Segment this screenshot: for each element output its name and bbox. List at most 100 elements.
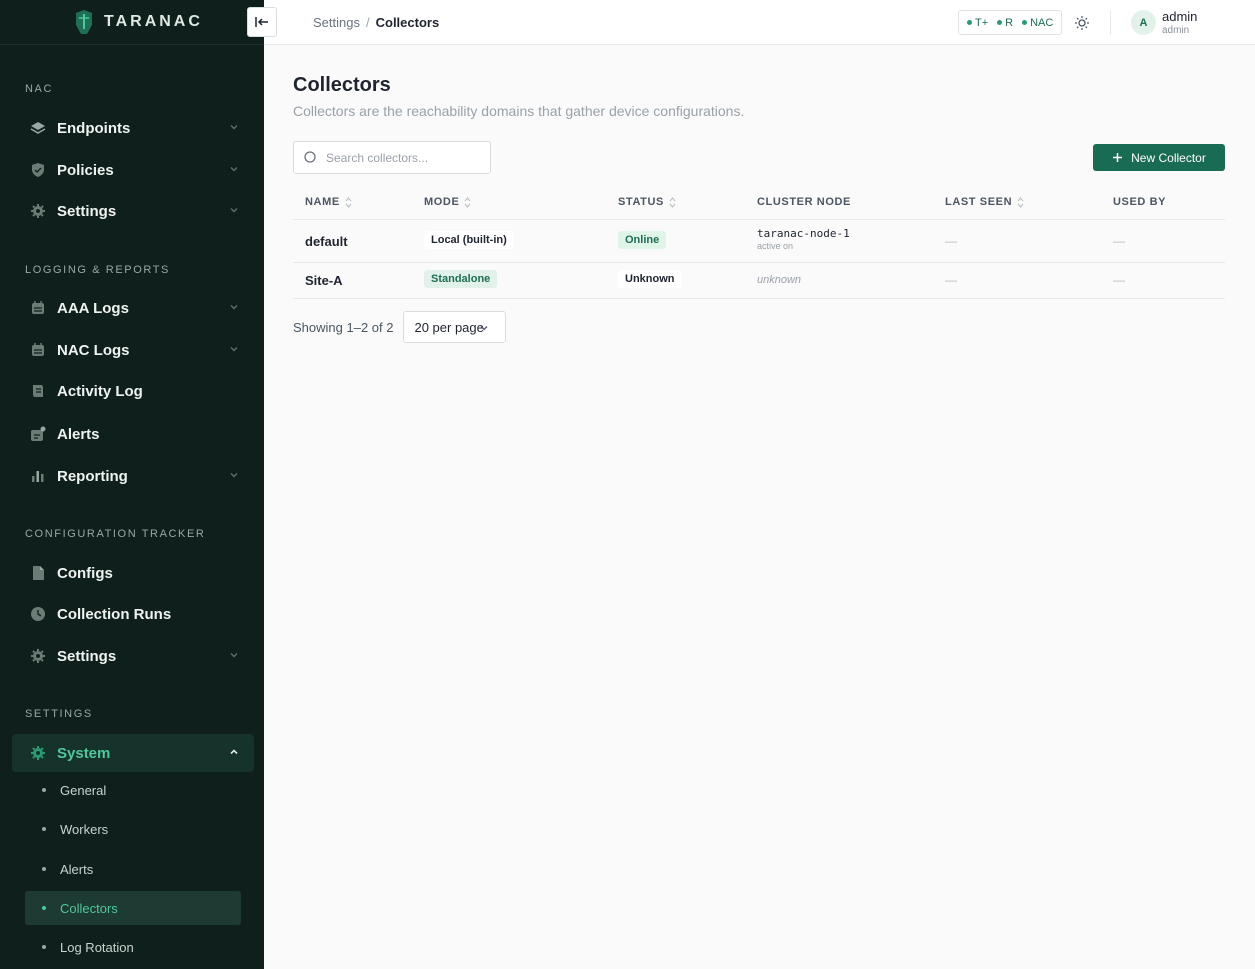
- chevron-down-icon: [230, 473, 238, 478]
- section-label-logging: LOGGING & REPORTS: [25, 264, 170, 276]
- sidebar-item-aaa-logs[interactable]: AAA Logs: [12, 289, 254, 327]
- protocol-badge-nac: NAC: [1022, 17, 1053, 29]
- breadcrumb: Settings / Collectors: [313, 15, 439, 30]
- sidebar-item-collection-runs[interactable]: Collection Runs: [12, 595, 254, 633]
- pagination: Showing 1–2 of 2 20 per page: [293, 311, 507, 343]
- new-collector-label: New Collector: [1131, 150, 1206, 165]
- chevron-up-icon: [230, 749, 238, 755]
- sidebar-subitem-general[interactable]: General: [25, 773, 241, 807]
- gear-icon: [29, 203, 46, 220]
- page-subtitle: Collectors are the reachability domains …: [293, 103, 745, 119]
- search-input[interactable]: [326, 150, 486, 165]
- page-title: Collectors: [293, 74, 391, 96]
- arrow-left-bar-icon: [255, 17, 268, 27]
- sidebar-item-config-settings[interactable]: Settings: [12, 637, 254, 675]
- chevron-down-icon: [230, 305, 238, 310]
- chevron-down-icon: [230, 208, 238, 213]
- sidebar-item-label: Configs: [57, 564, 113, 582]
- protocol-status-badges[interactable]: T+ R NAC: [958, 10, 1063, 35]
- showing-count: Showing 1–2 of 2: [293, 319, 394, 335]
- sidebar-item-system[interactable]: System: [12, 734, 254, 772]
- bullet-icon: [42, 867, 46, 871]
- protocol-badge-tacacs: T+: [967, 17, 988, 29]
- sidebar-item-configs[interactable]: Configs: [12, 554, 254, 592]
- sidebar-subitem-log-rotation[interactable]: Log Rotation: [25, 930, 241, 964]
- column-header-status[interactable]: STATUS: [618, 196, 676, 208]
- sun-icon: [1075, 16, 1089, 30]
- calendar-icon: [29, 300, 46, 317]
- bullet-icon: [42, 788, 46, 792]
- search-box[interactable]: [293, 141, 491, 174]
- column-header-name[interactable]: NAME: [305, 196, 352, 208]
- breadcrumb-current: Collectors: [375, 15, 440, 30]
- sort-icon: [345, 196, 352, 208]
- column-header-mode[interactable]: MODE: [424, 196, 471, 208]
- column-header-cluster-node: CLUSTER NODE: [757, 196, 851, 208]
- sidebar-item-label: NAC Logs: [57, 341, 130, 359]
- sidebar-item-endpoints[interactable]: Endpoints: [12, 109, 254, 147]
- sidebar-item-label: Alerts: [57, 425, 100, 443]
- chevron-down-icon: [481, 326, 488, 331]
- sidebar-subitem-label: Alerts: [60, 861, 94, 877]
- sidebar-item-label: Reporting: [57, 467, 128, 485]
- section-label-nac: NAC: [25, 83, 54, 95]
- sort-icon: [465, 196, 471, 208]
- protocol-badge-radius: R: [997, 17, 1013, 29]
- sidebar-item-label: System: [57, 744, 111, 762]
- sidebar-item-policies[interactable]: Policies: [12, 151, 254, 189]
- sidebar-item-alerts[interactable]: Alerts: [12, 415, 254, 453]
- collapse-sidebar-button[interactable]: [247, 7, 277, 37]
- sidebar-subitem-label: General: [60, 782, 107, 798]
- bullet-icon: [42, 906, 46, 910]
- sidebar-item-nac-settings[interactable]: Settings: [12, 192, 254, 230]
- collector-name[interactable]: default: [305, 234, 348, 249]
- per-page-select[interactable]: 20 per page: [403, 311, 507, 343]
- shield-icon: [29, 162, 46, 179]
- chevron-down-icon: [230, 125, 238, 130]
- table-row[interactable]: Site-A Standalone Unknown unknown — —: [293, 263, 1225, 299]
- theme-toggle-button[interactable]: [1072, 13, 1092, 33]
- column-header-label: USED BY: [1113, 196, 1167, 208]
- user-name[interactable]: admin: [1162, 9, 1197, 24]
- collector-name[interactable]: Site-A: [305, 273, 343, 288]
- bar-chart-icon: [29, 468, 46, 485]
- gear-icon: [29, 745, 46, 762]
- sidebar-item-label: AAA Logs: [57, 299, 129, 317]
- layers-icon: [29, 120, 46, 137]
- chevron-down-icon: [230, 653, 238, 658]
- cluster-node-name: unknown: [757, 274, 802, 286]
- divider: [1110, 10, 1111, 35]
- sidebar-subitem-alerts[interactable]: Alerts: [25, 852, 241, 886]
- helmet-logo-icon: [74, 8, 94, 36]
- status-badge: Unknown: [618, 270, 682, 288]
- sidebar-item-label: Activity Log: [57, 382, 143, 400]
- sidebar-item-label: Collection Runs: [57, 605, 172, 623]
- sidebar-item-reporting[interactable]: Reporting: [12, 457, 254, 495]
- brand[interactable]: TARANAC: [0, 0, 264, 45]
- column-header-label: NAME: [305, 196, 340, 208]
- mode-badge: Standalone: [424, 270, 498, 288]
- plus-icon: [1113, 153, 1123, 162]
- column-header-last-seen[interactable]: LAST SEEN: [945, 196, 1024, 208]
- table-row[interactable]: default Local (built-in) Online taranac-…: [293, 220, 1225, 263]
- status-badge: Online: [618, 231, 667, 249]
- sidebar-item-label: Endpoints: [57, 119, 131, 137]
- last-seen: —: [945, 234, 957, 248]
- collectors-table: NAME MODE STATUS CLUSTER NODE LAST SEEN …: [293, 186, 1225, 299]
- sort-icon: [669, 196, 676, 208]
- column-header-label: LAST SEEN: [945, 196, 1013, 208]
- breadcrumb-settings-link[interactable]: Settings: [313, 15, 360, 30]
- sidebar-subitem-label: Collectors: [60, 900, 118, 916]
- sidebar-subitem-collectors[interactable]: Collectors: [25, 891, 241, 925]
- new-collector-button[interactable]: New Collector: [1093, 144, 1225, 171]
- cluster-node-caption: active on: [757, 241, 794, 251]
- sidebar-subitem-workers[interactable]: Workers: [25, 812, 241, 846]
- sidebar-item-activity-log[interactable]: Activity Log: [12, 372, 254, 410]
- gear-icon: [29, 648, 46, 665]
- column-header-label: CLUSTER NODE: [757, 196, 851, 208]
- column-header-label: MODE: [424, 196, 460, 208]
- topbar: Settings / Collectors T+ R NAC A admin a…: [247, 0, 1255, 45]
- sidebar-item-nac-logs[interactable]: NAC Logs: [12, 331, 254, 369]
- avatar[interactable]: A: [1131, 10, 1156, 35]
- sidebar-item-label: Settings: [57, 647, 117, 665]
